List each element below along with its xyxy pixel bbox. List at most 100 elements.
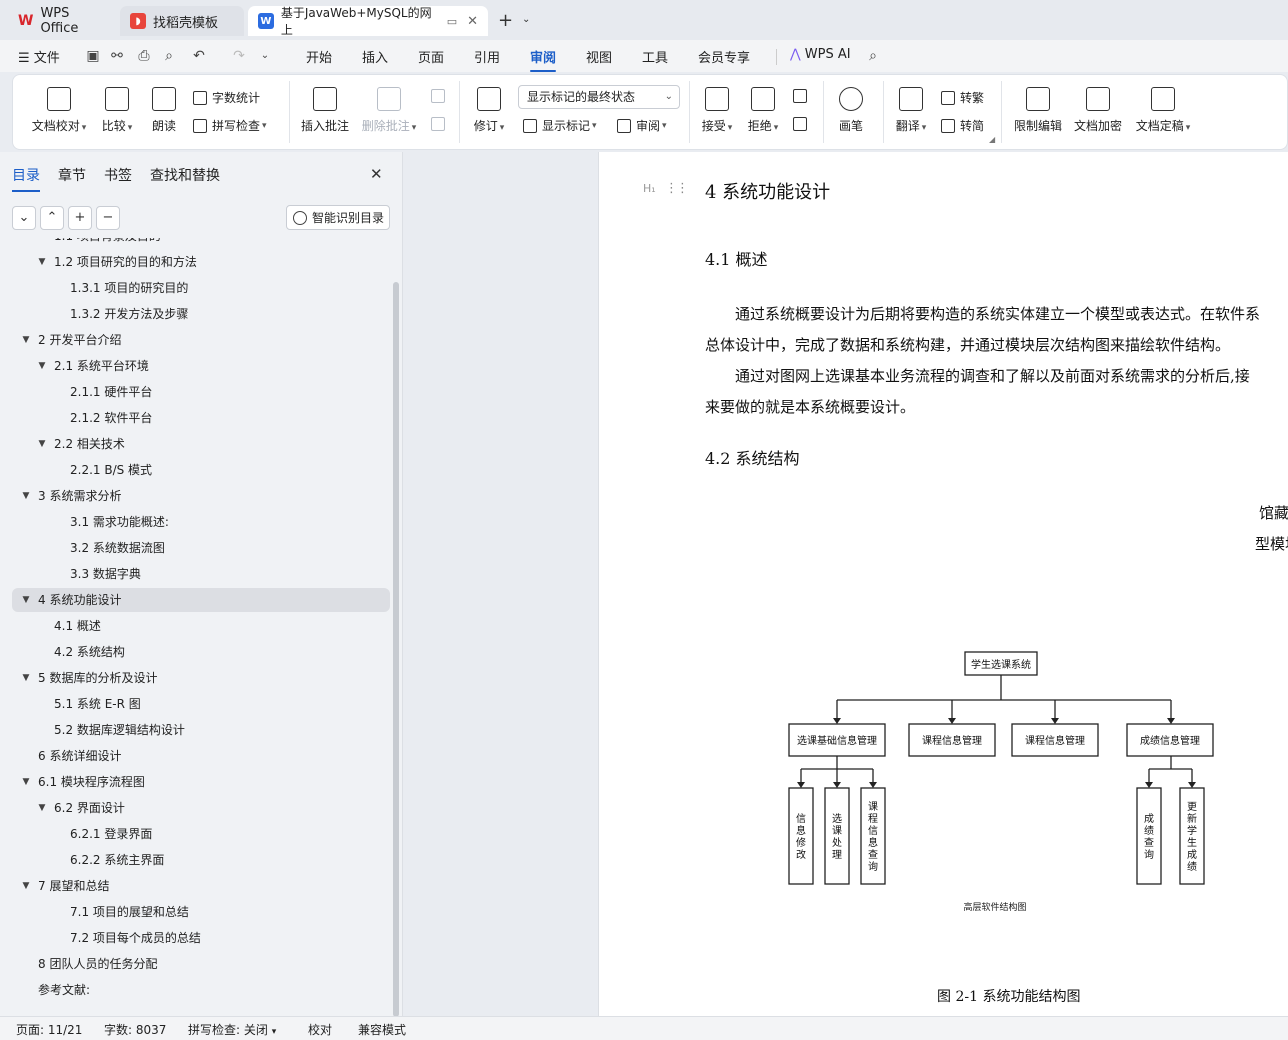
- toc-item[interactable]: 7.1 项目的展望和总结: [12, 900, 390, 924]
- toc-expand-arrow-icon[interactable]: ▼: [20, 328, 32, 352]
- compare-button[interactable]: 比较 ▾: [97, 75, 137, 134]
- menu-insert[interactable]: 插入: [362, 47, 388, 66]
- tab-find-replace[interactable]: 查找和替换: [150, 165, 220, 185]
- toc-item[interactable]: 8 团队人员的任务分配: [12, 952, 390, 976]
- tab-list-chevron-icon[interactable]: ⌄: [522, 14, 530, 25]
- toc-item[interactable]: 3.3 数据字典: [12, 562, 390, 586]
- restrict-edit-button[interactable]: 限制编辑: [1011, 75, 1065, 134]
- word-count-button[interactable]: 字数统计: [193, 89, 260, 106]
- toc-expand-arrow-icon[interactable]: ▼: [20, 770, 32, 794]
- tab-bookmarks[interactable]: 书签: [104, 165, 132, 185]
- encrypt-doc-button[interactable]: 文档加密: [1071, 75, 1125, 134]
- save-icon[interactable]: ▣: [84, 47, 102, 65]
- menu-view[interactable]: 视图: [586, 47, 612, 66]
- tab-docer[interactable]: ◗ 找稻壳模板: [120, 6, 244, 36]
- toc-item[interactable]: 4.2 系统结构: [12, 640, 390, 664]
- spell-check-button[interactable]: 拼写检查 ▾: [193, 117, 267, 134]
- tab-sections[interactable]: 章节: [58, 165, 86, 185]
- next-comment-icon[interactable]: [431, 117, 445, 131]
- toc-expand-arrow-icon[interactable]: ▼: [20, 874, 32, 898]
- print-preview-icon[interactable]: ⌕: [160, 47, 178, 65]
- menu-review[interactable]: 审阅: [530, 47, 557, 72]
- search-icon[interactable]: ⌕: [864, 47, 882, 65]
- tab-wps-office[interactable]: W WPS Office: [8, 6, 116, 36]
- delete-comment-button[interactable]: 删除批注 ▾: [359, 75, 419, 134]
- close-icon[interactable]: ✕: [370, 165, 383, 183]
- toc-item[interactable]: 3.2 系统数据流图: [12, 536, 390, 560]
- remove-heading-button[interactable]: −: [96, 206, 120, 230]
- link-icon[interactable]: ⚯: [108, 47, 126, 65]
- toc-item[interactable]: 参考文献:: [12, 978, 390, 1002]
- reject-button[interactable]: 拒绝 ▾: [743, 75, 783, 134]
- toc-item[interactable]: ▼ 2.2 相关技术: [12, 432, 390, 456]
- menu-page[interactable]: 页面: [418, 47, 444, 66]
- proofread-status[interactable]: 校对: [308, 1021, 332, 1038]
- toc-item[interactable]: ▼ 5 数据库的分析及设计: [12, 666, 390, 690]
- tab-document[interactable]: W 基于JavaWeb+MySQL的网上 ▭ ✕: [248, 6, 488, 37]
- menu-member[interactable]: 会员专享: [698, 47, 750, 66]
- wps-ai-button[interactable]: ⋀ WPS AI: [790, 47, 851, 62]
- menu-reference[interactable]: 引用: [474, 47, 500, 66]
- toc-item[interactable]: 1.1 项目背景及目的: [12, 238, 390, 248]
- menu-tools[interactable]: 工具: [642, 47, 668, 66]
- redo-icon[interactable]: ↷: [230, 47, 248, 65]
- toc-item[interactable]: 2.1.2 软件平台: [12, 406, 390, 430]
- toc-item[interactable]: 4.1 概述: [12, 614, 390, 638]
- toc-item[interactable]: 1.3.1 项目的研究目的: [12, 276, 390, 300]
- collapse-all-button[interactable]: ⌄: [12, 206, 36, 230]
- toc-item[interactable]: 3.1 需求功能概述:: [12, 510, 390, 534]
- toc-item[interactable]: ▼ 3 系统需求分析: [12, 484, 390, 508]
- toc-item[interactable]: ▼ 6.2 界面设计: [12, 796, 390, 820]
- toc-item[interactable]: 6.2.1 登录界面: [12, 822, 390, 846]
- next-change-icon[interactable]: [793, 117, 807, 131]
- to-traditional-button[interactable]: 转繁: [941, 89, 984, 106]
- undo-icon[interactable]: ↶: [190, 47, 208, 65]
- toc-item[interactable]: 2.2.1 B/S 模式: [12, 458, 390, 482]
- toc-item[interactable]: ▼ 1.2 项目研究的目的和方法: [12, 250, 390, 274]
- smart-toc-button[interactable]: 智能识别目录: [286, 205, 390, 230]
- read-aloud-button[interactable]: 朗读: [147, 75, 181, 134]
- toc-item[interactable]: ▼ 2 开发平台介绍: [12, 328, 390, 352]
- track-changes-button[interactable]: 修订 ▾: [469, 75, 509, 134]
- toc-item[interactable]: 5.2 数据库逻辑结构设计: [12, 718, 390, 742]
- doc-check-button[interactable]: 文档校对 ▾: [29, 75, 89, 134]
- toc-expand-arrow-icon[interactable]: ▼: [36, 432, 48, 456]
- print-icon[interactable]: ⎙: [135, 47, 153, 65]
- prev-change-icon[interactable]: [793, 89, 807, 103]
- tab-toc[interactable]: 目录: [12, 165, 40, 192]
- insert-comment-button[interactable]: 插入批注: [299, 75, 351, 134]
- translate-button[interactable]: 翻译 ▾: [891, 75, 931, 134]
- show-markup-button[interactable]: 显示标记 ▾: [523, 117, 597, 134]
- page-indicator[interactable]: 页面: 11/21: [16, 1021, 82, 1038]
- spell-check-status[interactable]: 拼写检查: 关闭 ▾: [188, 1021, 276, 1038]
- markup-state-select[interactable]: 显示标记的最终状态 ⌄: [518, 85, 680, 109]
- toc-item[interactable]: ▼ 7 展望和总结: [12, 874, 390, 898]
- toc-item[interactable]: 6.2.2 系统主界面: [12, 848, 390, 872]
- document-page[interactable]: H₁ ⋮⋮ 4 系统功能设计 4.1 概述 通过系统概要设计为后期将要构造的系统…: [598, 152, 1288, 1016]
- toc-item[interactable]: ▼ 4 系统功能设计: [12, 588, 390, 612]
- toc-item[interactable]: 7.2 项目每个成员的总结: [12, 926, 390, 950]
- toc-item[interactable]: 2.1.1 硬件平台: [12, 380, 390, 404]
- new-tab-button[interactable]: +: [498, 10, 513, 31]
- more-chevron-icon[interactable]: ⌄: [256, 47, 274, 65]
- toc-expand-arrow-icon[interactable]: ▼: [36, 796, 48, 820]
- expand-up-button[interactable]: ⌃: [40, 206, 64, 230]
- add-heading-button[interactable]: +: [68, 206, 92, 230]
- word-count-indicator[interactable]: 字数: 8037: [104, 1021, 166, 1038]
- toc-item[interactable]: ▼ 6.1 模块程序流程图: [12, 770, 390, 794]
- toc-expand-arrow-icon[interactable]: ▼: [20, 588, 32, 612]
- drag-handle-icon[interactable]: ⋮⋮: [665, 181, 689, 196]
- heading-level-icon[interactable]: H₁: [643, 182, 656, 195]
- accept-button[interactable]: 接受 ▾: [697, 75, 737, 134]
- toc-item[interactable]: 1.3.2 开发方法及步骤: [12, 302, 390, 326]
- finalize-doc-button[interactable]: 文档定稿 ▾: [1131, 75, 1195, 134]
- file-menu[interactable]: ☰ 文件: [18, 47, 60, 66]
- review-pane-button[interactable]: 审阅 ▾: [617, 117, 667, 134]
- toc-expand-arrow-icon[interactable]: ▼: [36, 354, 48, 378]
- toc-item[interactable]: ▼ 2.1 系统平台环境: [12, 354, 390, 378]
- toc-expand-arrow-icon[interactable]: ▼: [36, 250, 48, 274]
- toc-expand-arrow-icon[interactable]: ▼: [20, 666, 32, 690]
- sidebar-scrollbar[interactable]: [393, 282, 399, 1017]
- expand-corner-icon[interactable]: ◢: [989, 135, 995, 144]
- to-simplified-button[interactable]: 转简: [941, 117, 984, 134]
